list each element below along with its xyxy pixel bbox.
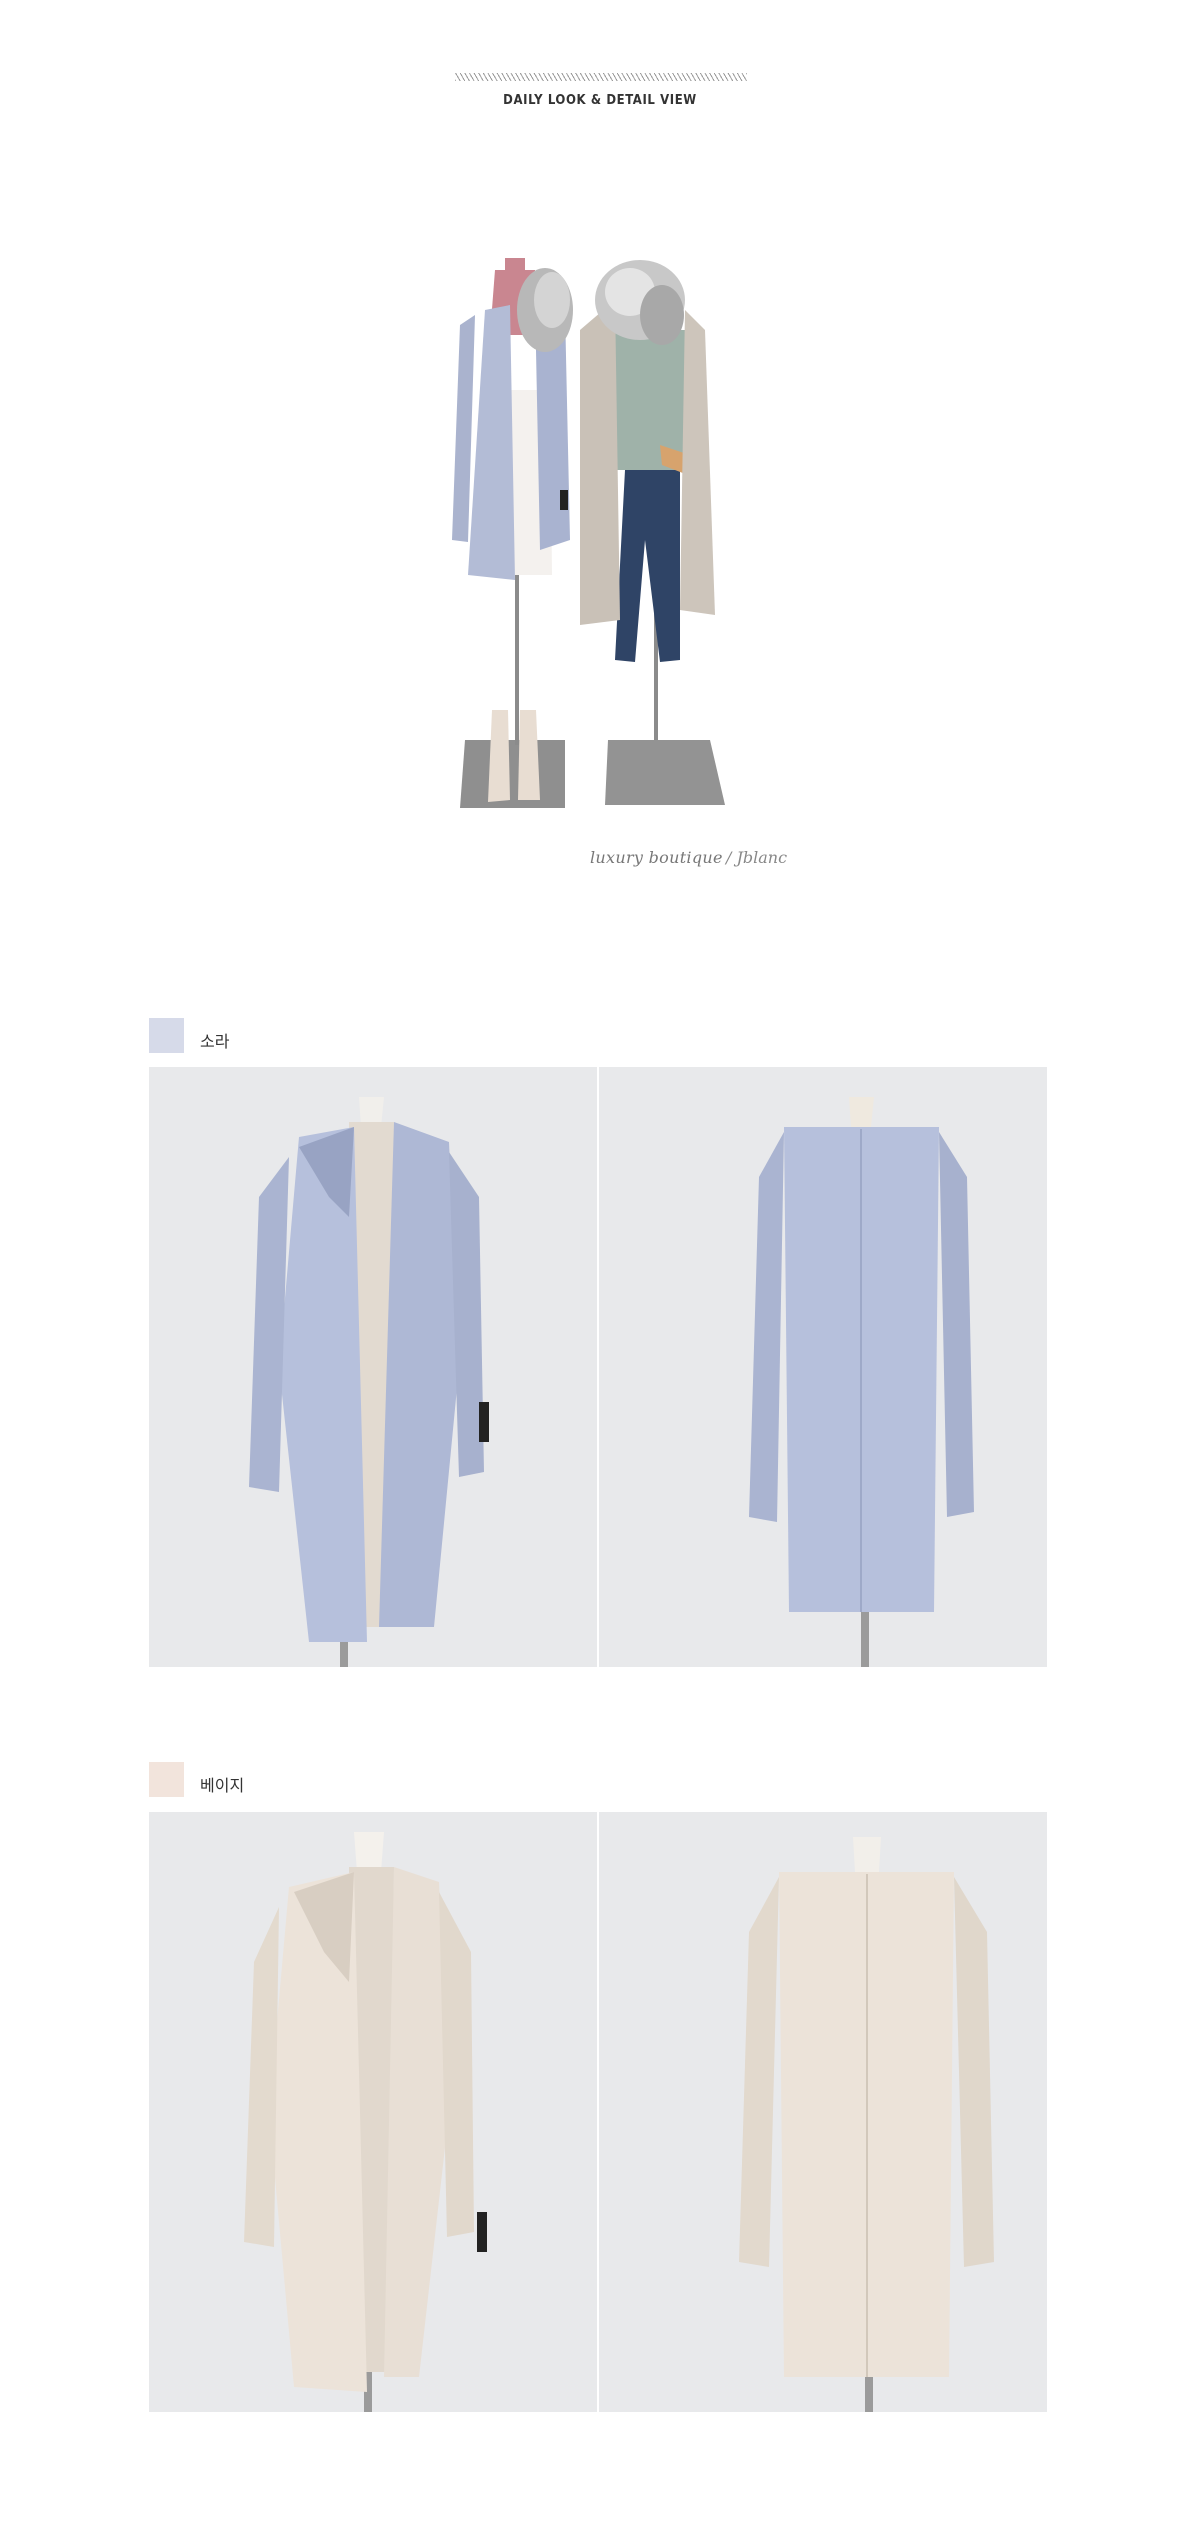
product-photo-beige-back — [599, 1812, 1047, 2412]
hero-mannequin-image — [440, 240, 770, 815]
product-photo-sky-back — [599, 1067, 1047, 1667]
color-swatch-beige — [149, 1762, 184, 1797]
product-photo-sky-front — [149, 1067, 597, 1667]
product-photo-beige-front — [149, 1812, 597, 2412]
color-label-sky: 소라 — [200, 1034, 230, 1051]
brand-signature: / Jblanc — [726, 848, 788, 867]
title-hatch-rule — [455, 73, 747, 81]
color-label-beige: 베이지 — [200, 1778, 245, 1795]
hero-caption: luxury boutique — [590, 848, 723, 867]
section-title: DAILY LOOK & DETAIL VIEW — [503, 93, 697, 108]
color-swatch-sky — [149, 1018, 184, 1053]
